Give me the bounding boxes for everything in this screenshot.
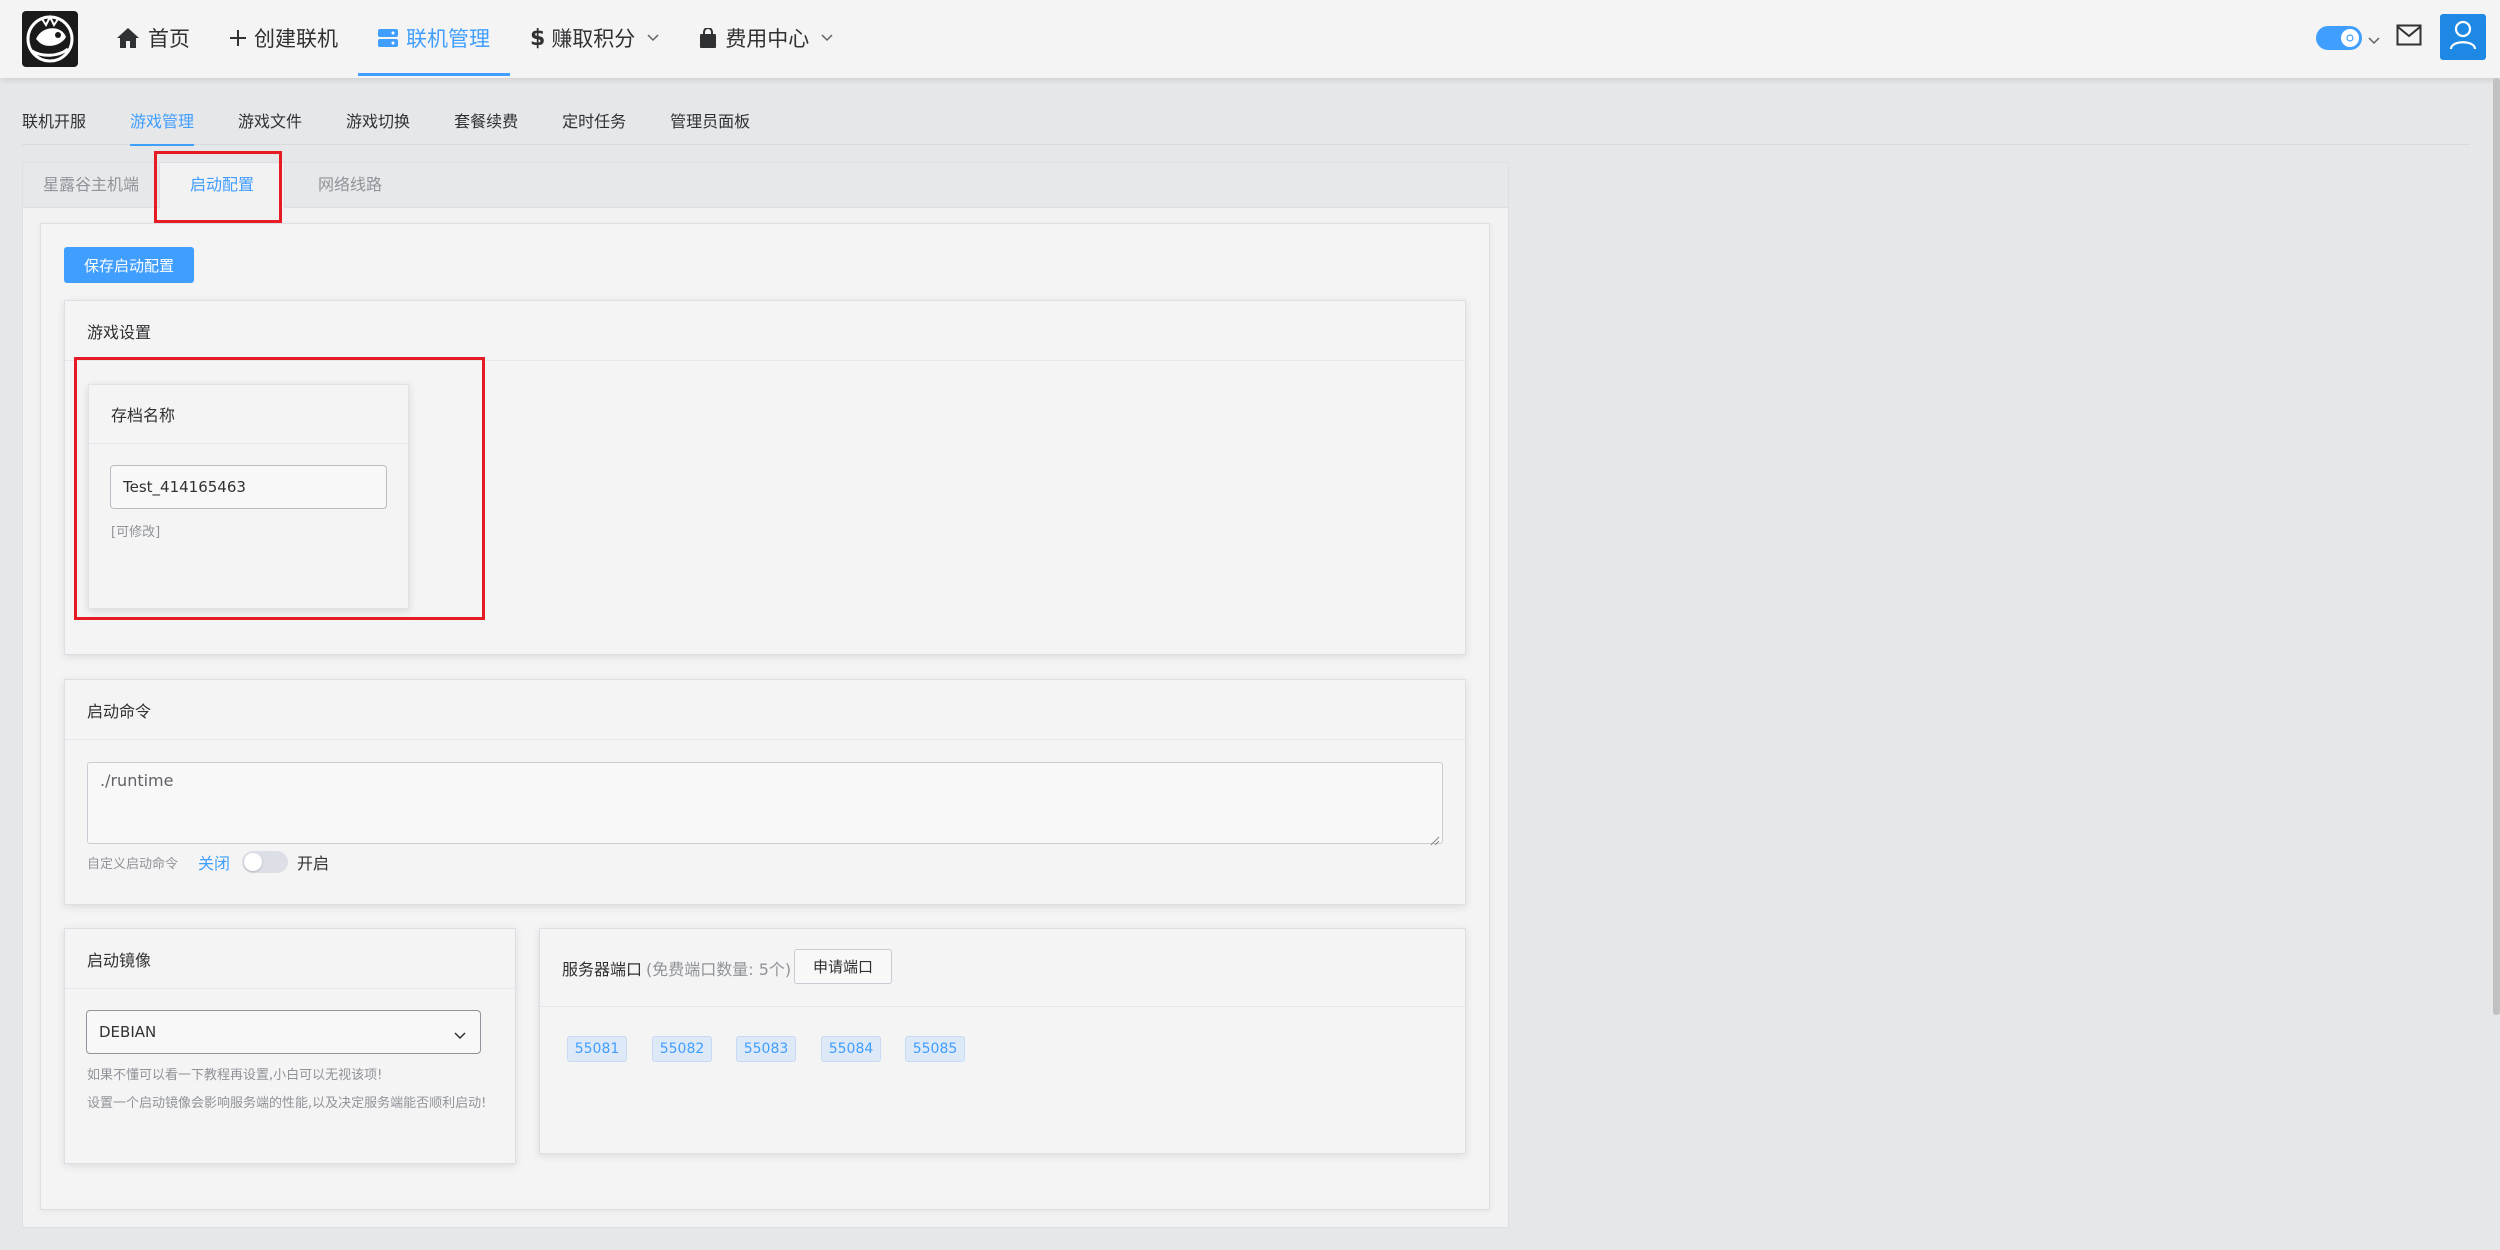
port-tag: 55082 bbox=[652, 1036, 712, 1062]
launch-command-value: ./runtime bbox=[100, 771, 174, 790]
nav-manage-label: 联机管理 bbox=[406, 27, 490, 51]
user-icon bbox=[2449, 20, 2477, 54]
mail-icon[interactable] bbox=[2396, 24, 2422, 50]
main-nav: 首页 创建联机 联机管理 $ 赚取积分 费用中心 bbox=[96, 0, 853, 76]
resize-handle-icon[interactable] bbox=[1430, 831, 1440, 846]
chevron-down-icon bbox=[647, 34, 659, 42]
highlight-box-tab bbox=[154, 151, 282, 223]
dollar-icon: $ bbox=[530, 25, 546, 51]
apply-port-button[interactable]: 申请端口 bbox=[794, 949, 892, 984]
launch-image-value: DEBIAN bbox=[99, 1023, 157, 1041]
server-ports-title: 服务器端口 bbox=[562, 959, 643, 979]
server-icon bbox=[378, 29, 398, 47]
tab-network-route[interactable]: 网络线路 bbox=[285, 163, 415, 208]
subtab-game-manage[interactable]: 游戏管理 bbox=[130, 105, 195, 146]
chevron-down-icon[interactable] bbox=[2368, 30, 2380, 49]
shopping-bag-icon bbox=[699, 28, 717, 48]
highlight-box-save-name bbox=[74, 357, 485, 620]
switch-on-label: 开启 bbox=[297, 854, 330, 873]
server-ports-header: 服务器端口 (免费端口数量: 5个) bbox=[540, 929, 1465, 1007]
nav-home[interactable]: 首页 bbox=[96, 0, 210, 76]
port-tag: 55084 bbox=[821, 1036, 881, 1062]
save-launch-config-button[interactable]: 保存启动配置 bbox=[64, 247, 194, 283]
custom-command-label: 自定义启动命令 bbox=[87, 857, 179, 872]
launch-image-hint-1: 如果不懂可以看一下教程再设置,小白可以无视该项! bbox=[87, 1068, 383, 1083]
subtab-open-server[interactable]: 联机开服 bbox=[22, 105, 86, 145]
subtab-game-switch[interactable]: 游戏切换 bbox=[346, 105, 410, 145]
custom-command-switch[interactable] bbox=[242, 851, 288, 873]
switch-knob bbox=[244, 853, 262, 871]
subtab-admin-panel[interactable]: 管理员面板 bbox=[670, 105, 750, 145]
free-ports-count: (免费端口数量: 5个) bbox=[646, 959, 792, 979]
sun-icon bbox=[2341, 29, 2359, 47]
tab-stardew-host[interactable]: 星露谷主机端 bbox=[23, 163, 159, 208]
nav-billing[interactable]: 费用中心 bbox=[679, 0, 853, 76]
user-avatar-button[interactable] bbox=[2440, 14, 2486, 60]
nav-create-label: 创建联机 bbox=[254, 27, 338, 51]
nav-earn-label: 赚取积分 bbox=[551, 27, 636, 51]
switch-off-label: 关闭 bbox=[198, 854, 231, 873]
plus-icon bbox=[230, 30, 246, 46]
subtab-scheduled-tasks[interactable]: 定时任务 bbox=[562, 105, 626, 145]
site-logo[interactable] bbox=[22, 11, 78, 67]
home-icon bbox=[116, 27, 140, 49]
nav-home-label: 首页 bbox=[148, 27, 190, 51]
nav-create[interactable]: 创建联机 bbox=[210, 0, 358, 76]
port-tag: 55081 bbox=[567, 1036, 627, 1062]
launch-image-select[interactable]: DEBIAN bbox=[86, 1010, 481, 1054]
nav-billing-label: 费用中心 bbox=[725, 27, 810, 51]
nav-manage[interactable]: 联机管理 bbox=[358, 0, 510, 76]
panel-title: 启动命令 bbox=[65, 680, 1465, 740]
port-tag: 55085 bbox=[905, 1036, 965, 1062]
theme-toggle[interactable] bbox=[2316, 26, 2362, 50]
subtab-renew[interactable]: 套餐续费 bbox=[454, 105, 518, 145]
page-scrollbar[interactable] bbox=[2493, 78, 2500, 1015]
subtab-game-files[interactable]: 游戏文件 bbox=[238, 105, 302, 145]
port-tag: 55083 bbox=[736, 1036, 796, 1062]
panel-title: 启动镜像 bbox=[65, 929, 515, 989]
nav-earn-points[interactable]: $ 赚取积分 bbox=[510, 0, 679, 76]
panel-title: 游戏设置 bbox=[65, 301, 1465, 361]
top-header: 首页 创建联机 联机管理 $ 赚取积分 费用中心 bbox=[0, 0, 2500, 78]
launch-command-textarea[interactable]: ./runtime bbox=[87, 762, 1443, 846]
chevron-down-icon bbox=[454, 1026, 466, 1044]
launch-image-hint-2: 设置一个启动镜像会影响服务端的性能,以及决定服务端能否顺利启动! bbox=[87, 1096, 487, 1111]
sub-navigation: 联机开服 游戏管理 游戏文件 游戏切换 套餐续费 定时任务 管理员面板 bbox=[22, 105, 2470, 146]
chevron-down-icon bbox=[821, 34, 833, 42]
